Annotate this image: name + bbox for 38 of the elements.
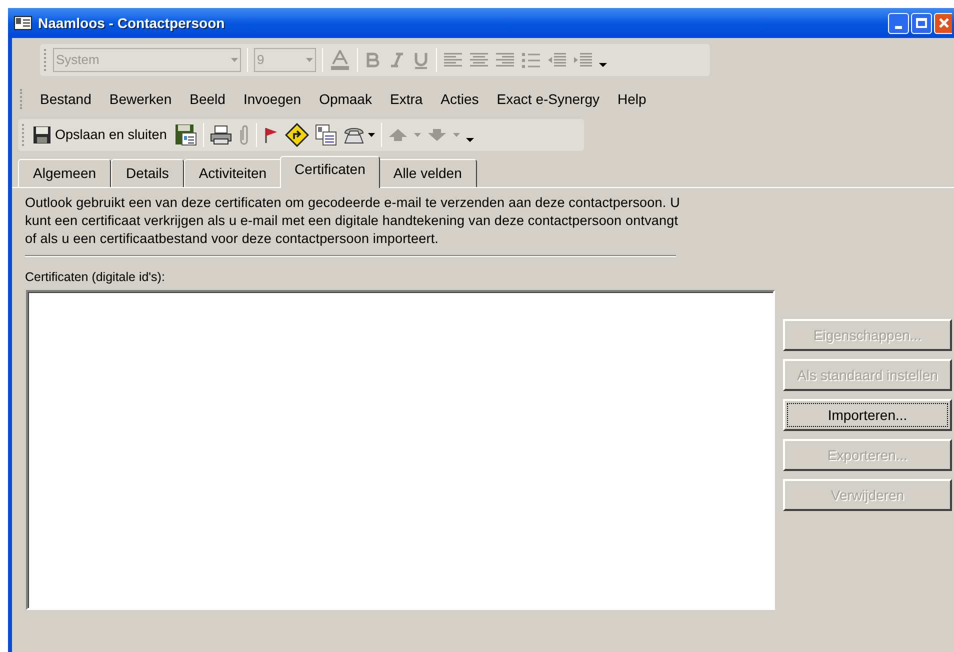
menu-item[interactable]: Extra xyxy=(380,89,432,109)
contact-card-icon xyxy=(14,16,32,30)
maximize-button[interactable] xyxy=(911,12,932,34)
tab[interactable]: Alle velden xyxy=(378,159,477,187)
down-arrow-icon[interactable] xyxy=(426,128,447,142)
menu-item[interactable]: Help xyxy=(608,89,656,109)
menu-item[interactable]: Acties xyxy=(432,89,488,109)
dropdown-arrow-icon[interactable] xyxy=(368,133,375,137)
menu-item[interactable]: Opmaak xyxy=(310,89,381,109)
maximize-icon xyxy=(916,18,927,28)
address-card-icon[interactable] xyxy=(314,124,337,146)
menu-item[interactable]: Exact e-Synergy xyxy=(488,89,609,109)
certificates-label: Certificaten (digitale id's): xyxy=(25,269,166,285)
tab[interactable]: Details xyxy=(111,159,184,187)
printer-icon[interactable] xyxy=(210,125,232,145)
minimize-button[interactable] xyxy=(888,12,909,34)
save-card-icon[interactable] xyxy=(174,124,197,146)
tab[interactable]: Algemeen xyxy=(18,159,112,187)
road-sign-icon[interactable] xyxy=(284,123,309,147)
menu-item[interactable]: Bewerken xyxy=(100,89,181,109)
tab[interactable]: Activiteiten xyxy=(184,159,282,187)
save-and-close-button[interactable]: Opslaan en sluiten xyxy=(31,124,169,146)
close-icon xyxy=(938,18,948,28)
up-arrow-icon[interactable] xyxy=(388,128,408,142)
menu-item[interactable]: Invoegen xyxy=(234,89,310,109)
dropdown-arrow-icon xyxy=(306,58,313,62)
close-button[interactable] xyxy=(934,12,952,34)
tab[interactable]: Certificaten xyxy=(280,156,380,188)
menu-item[interactable]: Bestand xyxy=(31,89,100,109)
window-title: Naamloos - Contactpersoon xyxy=(38,14,225,33)
description-text: Outlook gebruikt een van deze certificaten om gecodeerde e-mail te verzenden aan deze contactpersoon. U kunt een certificaat verkrijgen als u e-mail met een digitale handtekening van deze contactpersoon ontvangt of als u een certificaatbestand voor deze contactpersoon importeert. xyxy=(25,194,681,248)
menu-item[interactable]: Beeld xyxy=(180,89,234,109)
telephone-icon[interactable] xyxy=(342,125,365,145)
action-button[interactable]: Importeren... xyxy=(783,399,952,431)
paperclip-icon[interactable] xyxy=(238,124,250,146)
flag-icon[interactable] xyxy=(262,126,279,144)
minimize-icon xyxy=(895,26,902,28)
dropdown-arrow-icon xyxy=(231,58,238,62)
